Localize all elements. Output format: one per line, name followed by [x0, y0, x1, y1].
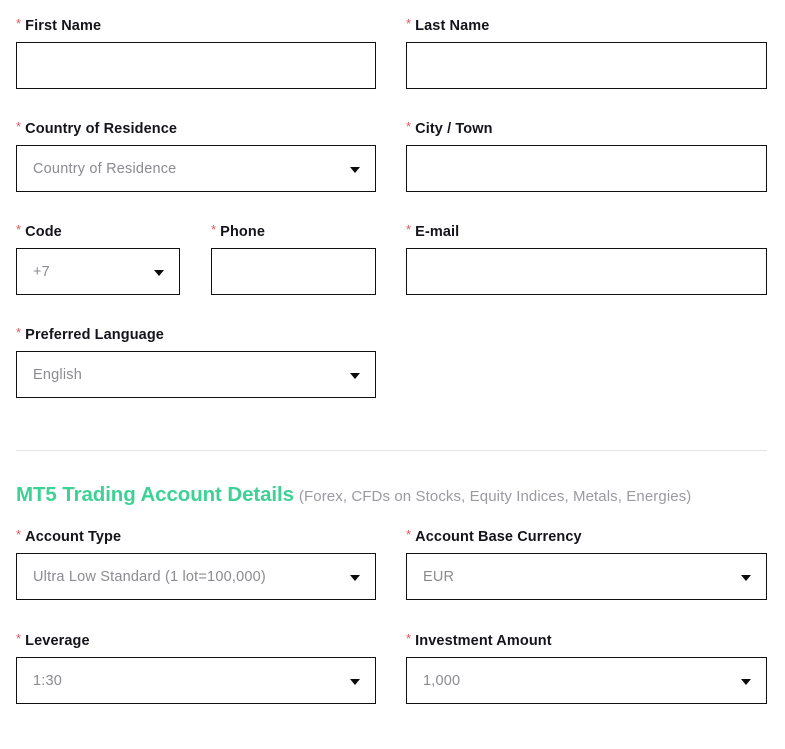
field-last-name: * Last Name [406, 16, 767, 89]
required-marker-icon: * [406, 119, 412, 134]
required-marker-icon: * [211, 222, 217, 237]
section-divider [16, 450, 767, 451]
value-preferred-language: English [33, 366, 82, 383]
label-text: Investment Amount [415, 633, 552, 649]
label-text: Leverage [25, 633, 90, 649]
field-code: * Code +7 [16, 222, 180, 295]
required-marker-icon: * [406, 16, 412, 31]
field-leverage: * Leverage 1:30 [16, 631, 376, 704]
chevron-down-icon[interactable] [350, 678, 360, 685]
label-account-base-currency: * Account Base Currency [406, 527, 767, 545]
label-text: Last Name [415, 18, 490, 34]
input-first-name[interactable] [16, 42, 376, 89]
label-account-type: * Account Type [16, 527, 376, 545]
trading-section-heading: MT5 Trading Account Details (Forex, CFDs … [16, 483, 691, 509]
required-marker-icon: * [406, 527, 412, 542]
select-account-type[interactable]: Ultra Low Standard (1 lot=100,000) [16, 553, 376, 600]
label-text: Code [25, 224, 62, 240]
input-city-town[interactable] [406, 145, 767, 192]
trading-section-subtitle: (Forex, CFDs on Stocks, Equity Indices, … [298, 488, 692, 505]
chevron-down-icon[interactable] [350, 574, 360, 581]
chevron-down-icon[interactable] [741, 574, 751, 581]
value-country-of-residence: Country of Residence [33, 160, 177, 177]
select-code[interactable]: +7 [16, 248, 180, 295]
label-city-town: * City / Town [406, 119, 767, 137]
required-marker-icon: * [16, 325, 22, 340]
value-leverage: 1:30 [33, 672, 63, 689]
value-investment-amount: 1,000 [423, 672, 461, 689]
select-preferred-language[interactable]: English [16, 351, 376, 398]
label-phone: * Phone [211, 222, 376, 240]
select-country-of-residence[interactable]: Country of Residence [16, 145, 376, 192]
trading-section-title: MT5 Trading Account Details [16, 483, 294, 506]
select-leverage[interactable]: 1:30 [16, 657, 376, 704]
registration-form-page: * First Name * Last Name * Country of Residen… [0, 0, 785, 749]
label-text: City / Town [415, 121, 493, 137]
label-text: Phone [220, 224, 265, 240]
required-marker-icon: * [16, 222, 22, 237]
chevron-down-icon[interactable] [154, 269, 164, 276]
label-text: E-mail [415, 224, 460, 240]
label-text: Preferred Language [25, 327, 164, 343]
field-first-name: * First Name [16, 16, 376, 89]
field-country-of-residence: * Country of Residence Country of Residenc… [16, 119, 376, 192]
field-account-base-currency: * Account Base Currency EUR [406, 527, 767, 600]
label-first-name: * First Name [16, 16, 376, 34]
field-preferred-language: * Preferred Language English [16, 325, 376, 398]
required-marker-icon: * [16, 119, 22, 134]
label-leverage: * Leverage [16, 631, 376, 649]
label-text: Account Type [25, 529, 122, 545]
required-marker-icon: * [16, 16, 22, 31]
required-marker-icon: * [406, 222, 412, 237]
label-text: First Name [25, 18, 102, 34]
input-e-mail[interactable] [406, 248, 767, 295]
chevron-down-icon[interactable] [741, 678, 751, 685]
chevron-down-icon[interactable] [350, 372, 360, 379]
value-account-base-currency: EUR [423, 568, 455, 585]
field-account-type: * Account Type Ultra Low Standard (1 lot=1… [16, 527, 376, 600]
label-e-mail: * E-mail [406, 222, 767, 240]
label-text: Account Base Currency [415, 529, 582, 545]
label-last-name: * Last Name [406, 16, 767, 34]
label-investment-amount: * Investment Amount [406, 631, 767, 649]
label-country-of-residence: * Country of Residence [16, 119, 376, 137]
required-marker-icon: * [16, 631, 22, 646]
input-phone[interactable] [211, 248, 376, 295]
chevron-down-icon[interactable] [350, 166, 360, 173]
field-e-mail: * E-mail [406, 222, 767, 295]
label-text: Country of Residence [25, 121, 178, 137]
select-investment-amount[interactable]: 1,000 [406, 657, 767, 704]
label-preferred-language: * Preferred Language [16, 325, 376, 343]
field-city-town: * City / Town [406, 119, 767, 192]
value-account-type: Ultra Low Standard (1 lot=100,000) [33, 568, 266, 585]
required-marker-icon: * [406, 631, 412, 646]
field-phone: * Phone [211, 222, 376, 295]
select-account-base-currency[interactable]: EUR [406, 553, 767, 600]
field-investment-amount: * Investment Amount 1,000 [406, 631, 767, 704]
label-code: * Code [16, 222, 180, 240]
input-last-name[interactable] [406, 42, 767, 89]
required-marker-icon: * [16, 527, 22, 542]
